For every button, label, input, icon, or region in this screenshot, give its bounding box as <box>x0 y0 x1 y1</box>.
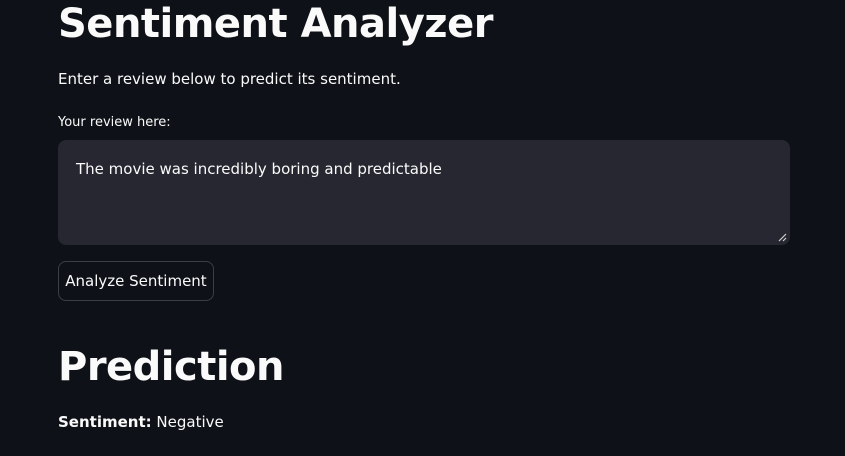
app-page: Sentiment Analyzer Enter a review below … <box>0 0 845 456</box>
prediction-heading: Prediction <box>58 344 285 390</box>
analyze-sentiment-button[interactable]: Analyze Sentiment <box>58 261 214 301</box>
review-textarea[interactable] <box>58 140 790 245</box>
page-subtitle: Enter a review below to predict its sent… <box>58 70 401 88</box>
resize-handle-icon[interactable] <box>778 233 787 242</box>
sentiment-result-value: Negative <box>156 413 224 431</box>
sentiment-result: Sentiment: Negative <box>58 412 224 432</box>
sentiment-result-key: Sentiment: <box>58 413 152 431</box>
page-title: Sentiment Analyzer <box>58 1 493 47</box>
review-field-label: Your review here: <box>58 115 171 130</box>
